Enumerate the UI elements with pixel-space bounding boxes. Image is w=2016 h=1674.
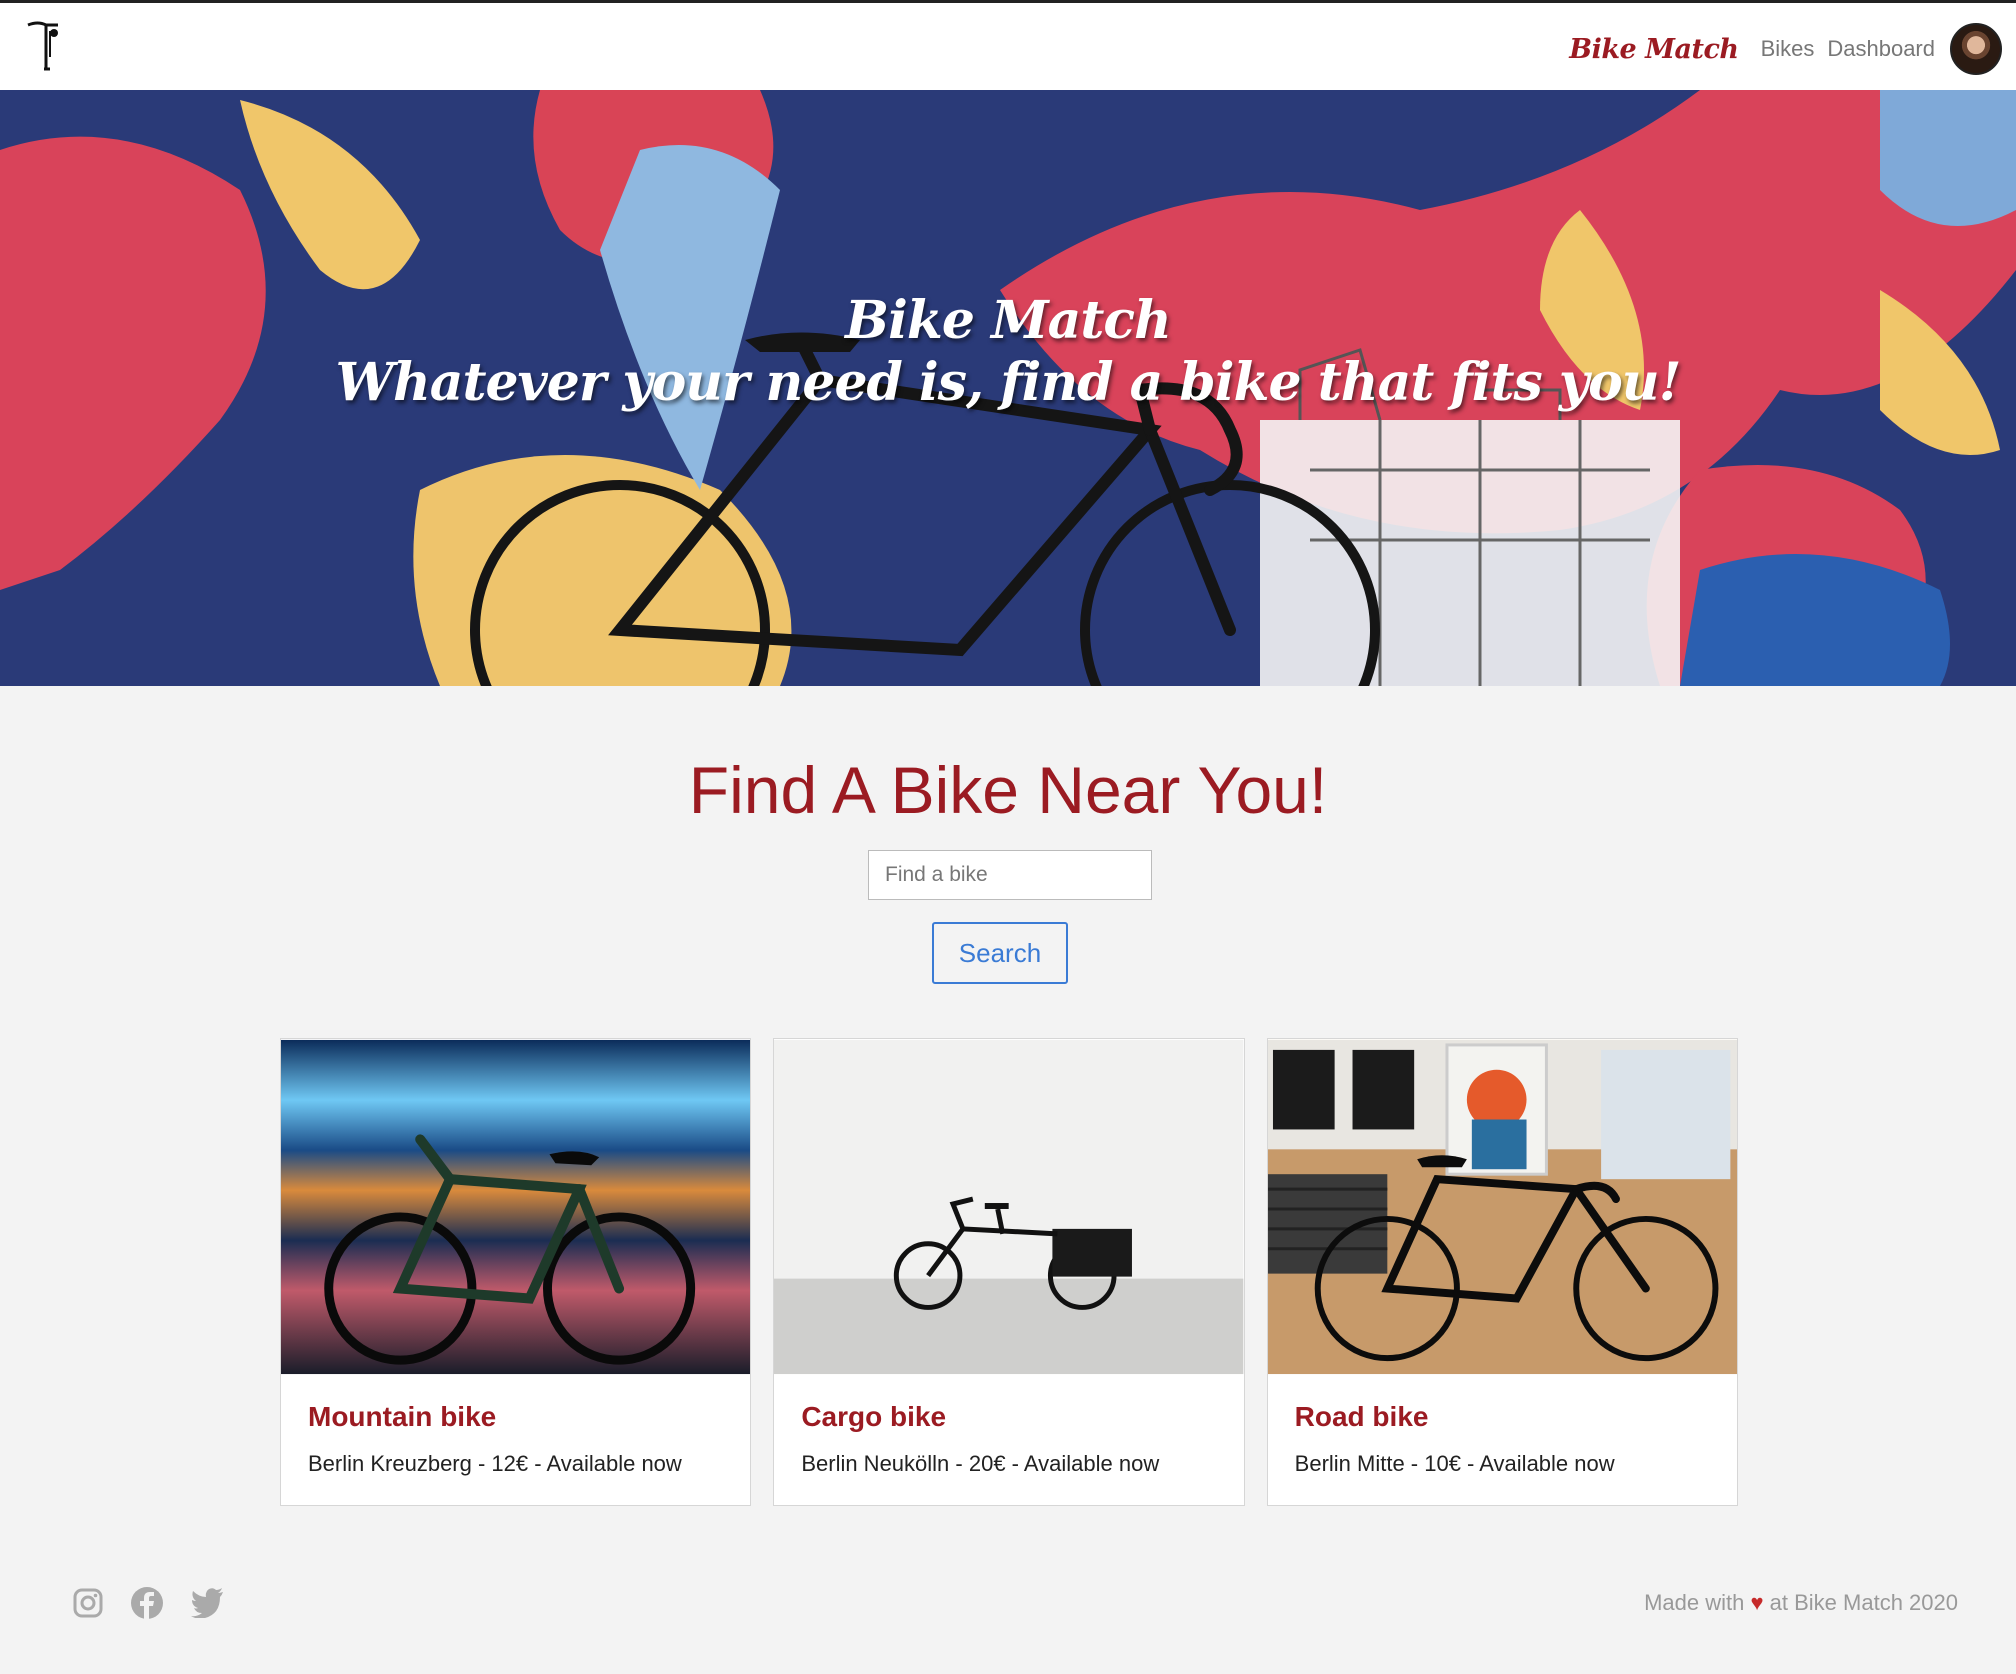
facebook-icon[interactable] xyxy=(130,1586,164,1620)
bike-card-cargo[interactable]: Cargo bike Berlin Neukölln - 20€ - Avail… xyxy=(773,1038,1245,1506)
footer-credit-suffix: at Bike Match 2020 xyxy=(1769,1590,1958,1615)
bike-card-details: Berlin Neukölln - 20€ - Available now xyxy=(801,1451,1160,1476)
nav-link-dashboard[interactable]: Dashboard xyxy=(1827,36,1935,62)
find-bike-heading: Find A Bike Near You! xyxy=(688,753,1328,827)
bike-card-road[interactable]: Road bike Berlin Mitte - 10€ - Available… xyxy=(1266,1038,1738,1506)
road-bike-image xyxy=(1267,1039,1737,1375)
navbar: Bike Match Bikes Dashboard xyxy=(0,0,2016,90)
mountain-bike-image xyxy=(281,1039,751,1375)
cargo-bike-image xyxy=(774,1039,1244,1375)
hero-banner: Bike Match Whatever your need is, find a… xyxy=(0,90,2016,686)
user-avatar[interactable] xyxy=(1950,23,2002,75)
bike-card-title[interactable]: Road bike xyxy=(1295,1401,1737,1433)
bicycle-logo-icon[interactable] xyxy=(24,19,64,75)
search-button[interactable]: Search xyxy=(932,922,1068,984)
bike-card-mountain[interactable]: Mountain bike Berlin Kreuzberg - 12€ - A… xyxy=(280,1038,752,1506)
nav-menu: Bike Match Bikes Dashboard xyxy=(1569,21,2002,77)
bike-card-title[interactable]: Cargo bike xyxy=(801,1401,1243,1433)
instagram-icon[interactable] xyxy=(72,1587,104,1619)
bike-card-details: Berlin Mitte - 10€ - Available now xyxy=(1294,1451,1615,1476)
heart-icon: ♥ xyxy=(1750,1590,1764,1615)
bike-card-list: Mountain bike Berlin Kreuzberg - 12€ - A… xyxy=(280,1038,1738,1506)
nav-link-bikes[interactable]: Bikes xyxy=(1761,36,1815,62)
search-input[interactable] xyxy=(868,850,1152,900)
bike-card-title[interactable]: Mountain bike xyxy=(308,1401,750,1433)
social-links xyxy=(72,1586,224,1620)
footer-credit: Made with ♥ at Bike Match 2020 xyxy=(1644,1590,1958,1616)
hero-title: Bike Match xyxy=(845,290,1172,351)
hero-subtitle: Whatever your need is, find a bike that … xyxy=(335,352,1682,413)
nav-brand-link[interactable]: Bike Match xyxy=(1569,34,1739,65)
bike-card-details: Berlin Kreuzberg - 12€ - Available now xyxy=(308,1451,682,1476)
footer-made-with: Made with xyxy=(1644,1590,1745,1615)
twitter-icon[interactable] xyxy=(190,1588,224,1618)
